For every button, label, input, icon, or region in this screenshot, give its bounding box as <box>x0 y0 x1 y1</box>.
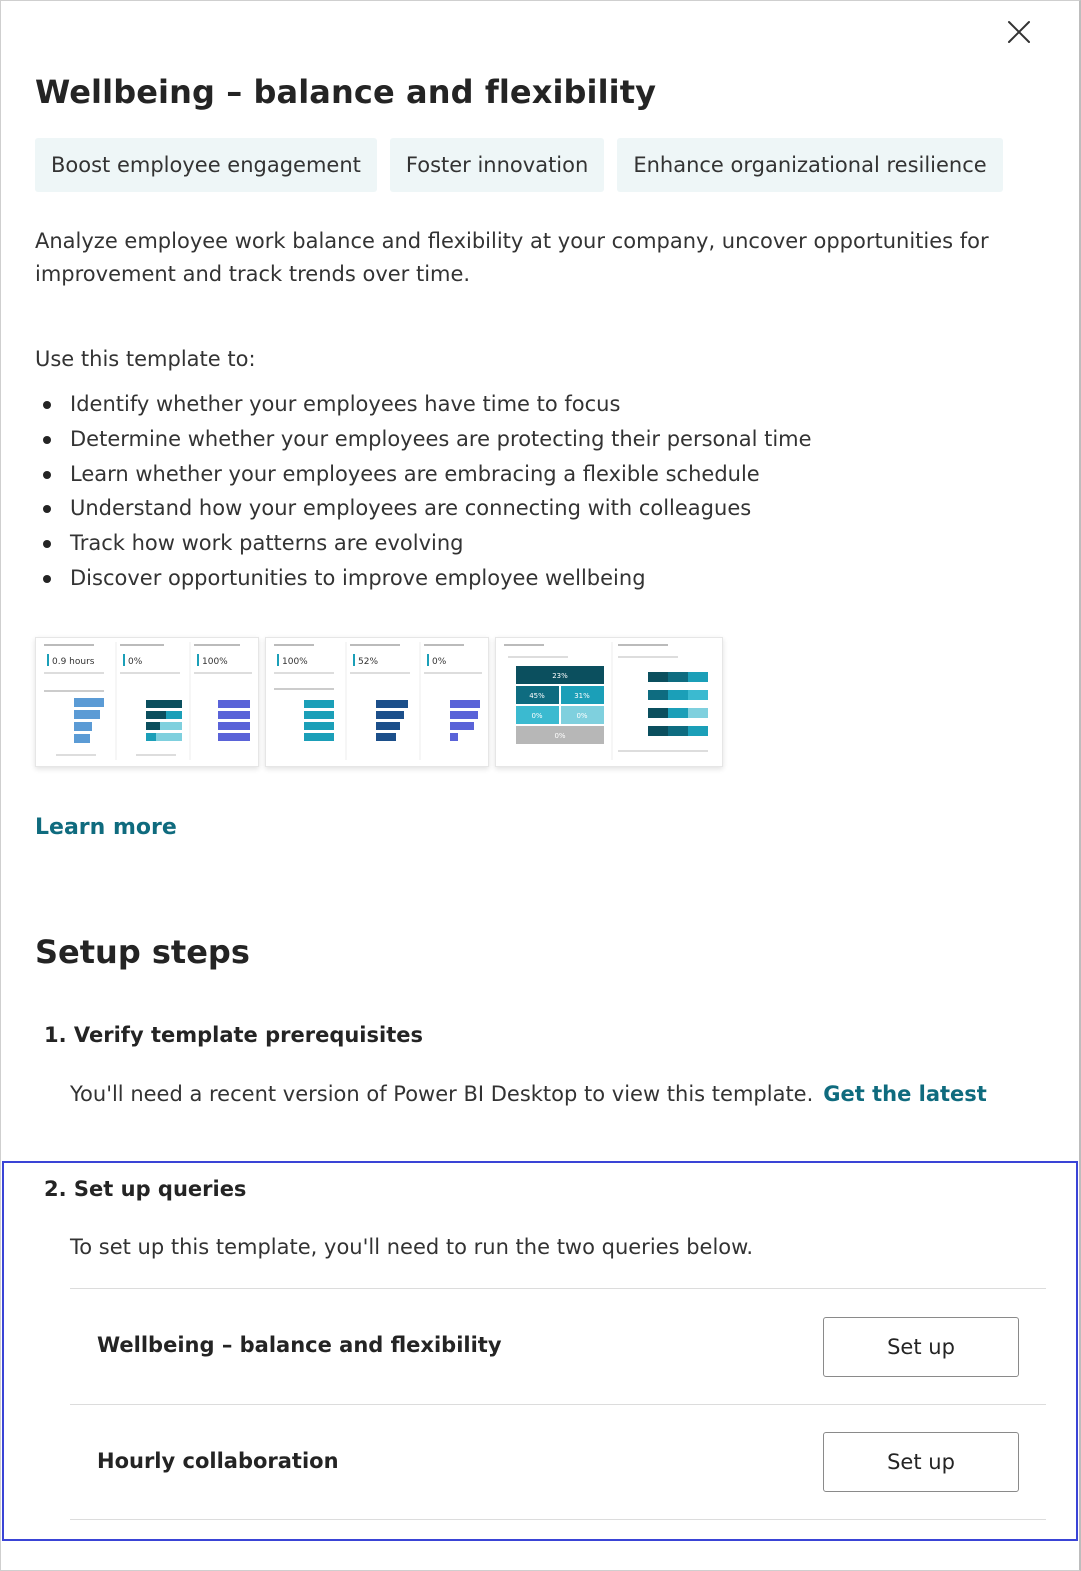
step-2-text: To set up this template, you'll need to … <box>70 1235 754 1259</box>
list-item: Track how work patterns are evolving <box>35 526 812 561</box>
template-description: Analyze employee work balance and flexib… <box>35 229 989 286</box>
tag-enhance-organizational-resilience: Enhance organizational resilience <box>617 138 1003 192</box>
step-2-title: 2. Set up queries <box>44 1177 247 1201</box>
step-1-description: You'll need a recent version of Power BI… <box>70 1082 814 1106</box>
divider <box>70 1404 1046 1405</box>
thumb-value-text: 0% <box>531 712 542 720</box>
report-preview-thumbnails: 0.9 hours 0% 100% 100% 52% 0% 23% 45% 31… <box>35 637 723 767</box>
list-item-text: Learn whether your employees are embraci… <box>70 461 760 486</box>
list-item: Learn whether your employees are embraci… <box>35 457 812 492</box>
bullet-icon <box>43 435 51 444</box>
divider <box>70 1519 1046 1520</box>
bullet-icon <box>43 540 51 549</box>
divider <box>70 1288 1046 1289</box>
thumb-value-text: 100% <box>282 657 308 667</box>
list-item-text: Understand how your employees are connec… <box>70 496 752 521</box>
get-latest-link[interactable]: Get the latest <box>823 1082 987 1106</box>
bullet-icon <box>43 470 51 479</box>
dialog-title: Wellbeing – balance and flexibility <box>35 73 657 111</box>
step-1-title: 1. Verify template prerequisites <box>44 1023 423 1047</box>
bullet-icon <box>43 505 51 514</box>
thumb-value-text: 23% <box>552 672 568 680</box>
learn-more-link[interactable]: Learn more <box>35 815 177 840</box>
preview-thumbnail-2: 100% 52% 0% <box>265 637 489 767</box>
set-up-wellbeing-query-button[interactable]: Set up <box>823 1317 1019 1377</box>
list-item-text: Track how work patterns are evolving <box>70 531 464 556</box>
bullet-icon <box>43 401 51 409</box>
thumb-value-text: 45% <box>529 692 545 700</box>
list-item-text: Discover opportunities to improve employ… <box>70 565 646 590</box>
tag-boost-employee-engagement: Boost employee engagement <box>35 138 377 192</box>
preview-thumbnail-3: 23% 45% 31% 0% 0% 0% <box>495 637 723 767</box>
close-icon <box>1008 21 1030 43</box>
thumb-value-text: 0.9 hours <box>52 657 95 667</box>
thumb-value-text: 0% <box>576 712 587 720</box>
tag-foster-innovation: Foster innovation <box>389 138 605 192</box>
list-item: Discover opportunities to improve employ… <box>35 561 812 596</box>
query-name-wellbeing: Wellbeing – balance and flexibility <box>97 1333 502 1357</box>
setup-steps-heading: Setup steps <box>35 933 250 971</box>
list-item-text: Determine whether your employees are pro… <box>70 426 812 451</box>
bullet-icon <box>43 574 51 583</box>
list-item: Identify whether your employees have tim… <box>35 387 812 422</box>
benefit-list: Identify whether your employees have tim… <box>35 387 812 596</box>
tag-list: Boost employee engagement Foster innovat… <box>35 138 1003 192</box>
list-item: Understand how your employees are connec… <box>35 491 812 526</box>
step-1-text: You'll need a recent version of Power BI… <box>70 1082 987 1106</box>
list-item: Determine whether your employees are pro… <box>35 422 812 457</box>
thumb-value-text: 31% <box>574 692 590 700</box>
template-details-panel: Wellbeing – balance and flexibility Boos… <box>0 0 1081 1571</box>
thumb-value-text: 0% <box>554 732 565 740</box>
thumb-value-text: 0% <box>128 657 143 667</box>
use-template-heading: Use this template to: <box>35 347 256 371</box>
close-button[interactable] <box>1002 15 1036 49</box>
query-name-hourly-collaboration: Hourly collaboration <box>97 1449 339 1473</box>
preview-thumbnail-1: 0.9 hours 0% 100% <box>35 637 259 767</box>
thumb-value-text: 0% <box>432 657 447 667</box>
thumb-value-text: 100% <box>202 657 228 667</box>
thumb-value-text: 52% <box>358 657 378 667</box>
set-up-hourly-collaboration-query-button[interactable]: Set up <box>823 1432 1019 1492</box>
list-item-text: Identify whether your employees have tim… <box>70 392 621 416</box>
